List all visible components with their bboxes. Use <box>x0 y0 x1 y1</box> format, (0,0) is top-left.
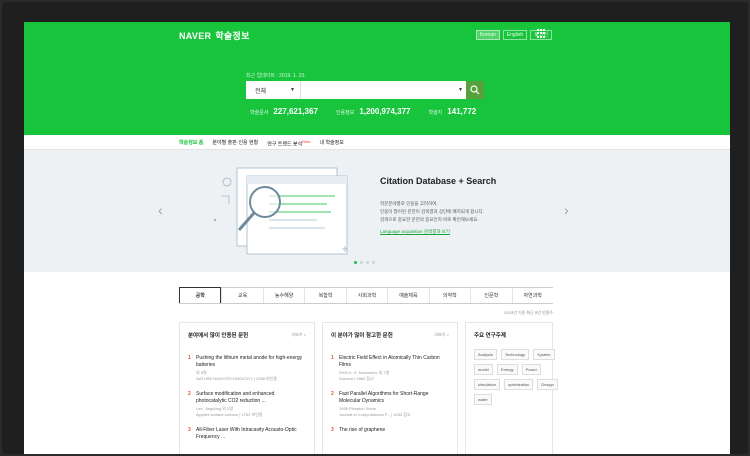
category-tab[interactable]: 농수해양 <box>262 288 304 303</box>
card-title: 이 분야가 많이 참고한 문헌 <box>331 333 393 339</box>
lang-english-button[interactable]: English <box>502 30 528 40</box>
keyword-tag[interactable]: optimization <box>504 379 534 390</box>
category-tab[interactable]: 교육 <box>221 288 262 303</box>
most-cited-card: 분야에서 많이 인용된 문헌 더보기 > 1 Pushing the lithi… <box>179 322 315 454</box>
stat-label: 학술문서 <box>250 110 269 116</box>
category-tabs: 공학 교육 농수해양 복합학 사회과학 예술체육 의약학 인문학 자연과학 <box>179 287 553 304</box>
keyword-tag[interactable]: System <box>533 349 555 360</box>
search-bar: 전체 ▼ ▼ <box>246 81 484 99</box>
stat-value: 1,200,974,377 <box>359 107 411 116</box>
service-name: 학술정보 <box>215 31 250 41</box>
stat-value: 227,621,367 <box>273 107 318 116</box>
sort-note: 2019년 기준 최근 5년 인용수 <box>504 310 553 315</box>
search-scope-label: 전체 <box>255 88 267 95</box>
last-update-text: 최근 업데이트 : 2019. 1. 23. <box>246 73 306 79</box>
carousel-dot[interactable] <box>372 261 375 264</box>
stat-label: 학술지 <box>428 110 443 116</box>
banner-title: Citation Database + Search <box>380 176 497 186</box>
most-referenced-card: 이 분야가 많이 참고한 문헌 더보기 > 1 Electric Field E… <box>322 322 458 454</box>
article-title[interactable]: Surface modification and enhanced photoc… <box>196 391 306 405</box>
promo-banner: ‹ › Citation Database + Search 학문분야별로 인용… <box>24 150 730 272</box>
stat-label: 인용정보 <box>335 110 355 116</box>
category-tab[interactable]: 예술체육 <box>387 288 428 303</box>
stat-documents: 학술문서 227,621,367 <box>250 107 318 116</box>
keyword-tag[interactable]: simulation <box>474 379 501 390</box>
article-title[interactable]: Pushing the lithium metal anode for high… <box>196 355 306 369</box>
search-scope-select[interactable]: 전체 ▼ <box>246 81 301 99</box>
category-tab[interactable]: 자연과학 <box>511 288 553 303</box>
stat-journals: 학술지 141,772 <box>428 107 476 116</box>
card-title: 분야에서 많이 인용된 문헌 <box>188 333 249 339</box>
banner-link[interactable]: Language acquisition 검색결과 보기 <box>380 229 450 235</box>
chevron-left-icon[interactable]: ‹ <box>158 202 163 218</box>
more-link[interactable]: 더보기 > <box>292 332 307 338</box>
article-title[interactable]: Electric Field Effect in Atomically Thin… <box>339 355 449 369</box>
article-meta: Science | 4960 참고 <box>339 376 374 381</box>
keyword-list: Analysis Technology System model Energy … <box>474 349 560 405</box>
article-meta: NATURE NANOTECHNOLOGY | 2258 피인용 <box>196 376 278 381</box>
category-tab[interactable]: 공학 <box>179 287 222 303</box>
keyword-tag[interactable]: Technology <box>500 349 530 360</box>
keyword-tag[interactable]: water <box>474 394 492 405</box>
category-tab[interactable]: 복합학 <box>304 288 345 303</box>
article-meta: Journal of Computational P... | 4253 참고 <box>339 412 411 417</box>
page: NAVER 학술정보 Korean English 로그인 최근 업데이트 : … <box>24 22 730 454</box>
search-icon <box>470 85 480 95</box>
more-link[interactable]: 더보기 > <box>435 332 450 338</box>
search-input[interactable] <box>301 82 459 98</box>
category-tab[interactable]: 인문학 <box>470 288 511 303</box>
logo[interactable]: NAVER 학술정보 <box>179 29 250 42</box>
banner-description: 학문분야별로 인용을 고려하여, 인용이 많이된 문헌이 검색결과 상단에 배치… <box>380 201 484 222</box>
window-frame: NAVER 학술정보 Korean English 로그인 최근 업데이트 : … <box>2 2 748 454</box>
brand-name: NAVER <box>179 30 212 41</box>
citation-search-illustration <box>213 167 348 255</box>
category-tab[interactable]: 사회과학 <box>345 288 387 303</box>
keyword-tag[interactable]: model <box>474 364 493 375</box>
stat-citations: 인용정보 1,200,974,377 <box>336 107 411 116</box>
article-title[interactable]: All-Fiber Laser With Intracavity Acousto… <box>196 427 306 441</box>
stat-value: 141,772 <box>447 107 477 116</box>
carousel-dot[interactable] <box>366 261 369 264</box>
carousel-dot[interactable] <box>354 261 357 264</box>
carousel-dot[interactable] <box>360 261 363 264</box>
keyword-tag[interactable]: Power <box>521 364 541 375</box>
header: NAVER 학술정보 Korean English 로그인 최근 업데이트 : … <box>24 22 730 135</box>
keyword-tag[interactable]: Design <box>537 379 558 390</box>
keyword-tag[interactable]: Energy <box>496 364 518 375</box>
article-title[interactable]: The rise of graphene <box>339 427 449 434</box>
stats-row: 학술문서 227,621,367 인용정보 1,200,974,377 학술지 … <box>250 107 494 116</box>
article-title[interactable]: Fast Parallel Algorithms for Short-Range… <box>339 391 449 405</box>
research-topics-card: 주요 연구주제 Analysis Technology System model… <box>465 322 558 454</box>
card-title: 주요 연구주제 <box>474 333 506 339</box>
apps-grid-icon[interactable] <box>537 29 546 38</box>
chevron-down-icon: ▼ <box>290 87 295 93</box>
beta-badge: Beta <box>302 139 311 144</box>
lang-korean-button[interactable]: Korean <box>475 30 500 40</box>
keyword-tag[interactable]: Analysis <box>474 349 497 360</box>
article-meta: Applied surface science | 1763 피인용 <box>196 412 263 417</box>
search-button[interactable] <box>466 81 484 99</box>
carousel-dots <box>354 261 375 264</box>
category-tab[interactable]: 의약학 <box>428 288 470 303</box>
chevron-right-icon[interactable]: › <box>564 202 569 218</box>
autocomplete-toggle-icon[interactable]: ▼ <box>458 87 463 93</box>
